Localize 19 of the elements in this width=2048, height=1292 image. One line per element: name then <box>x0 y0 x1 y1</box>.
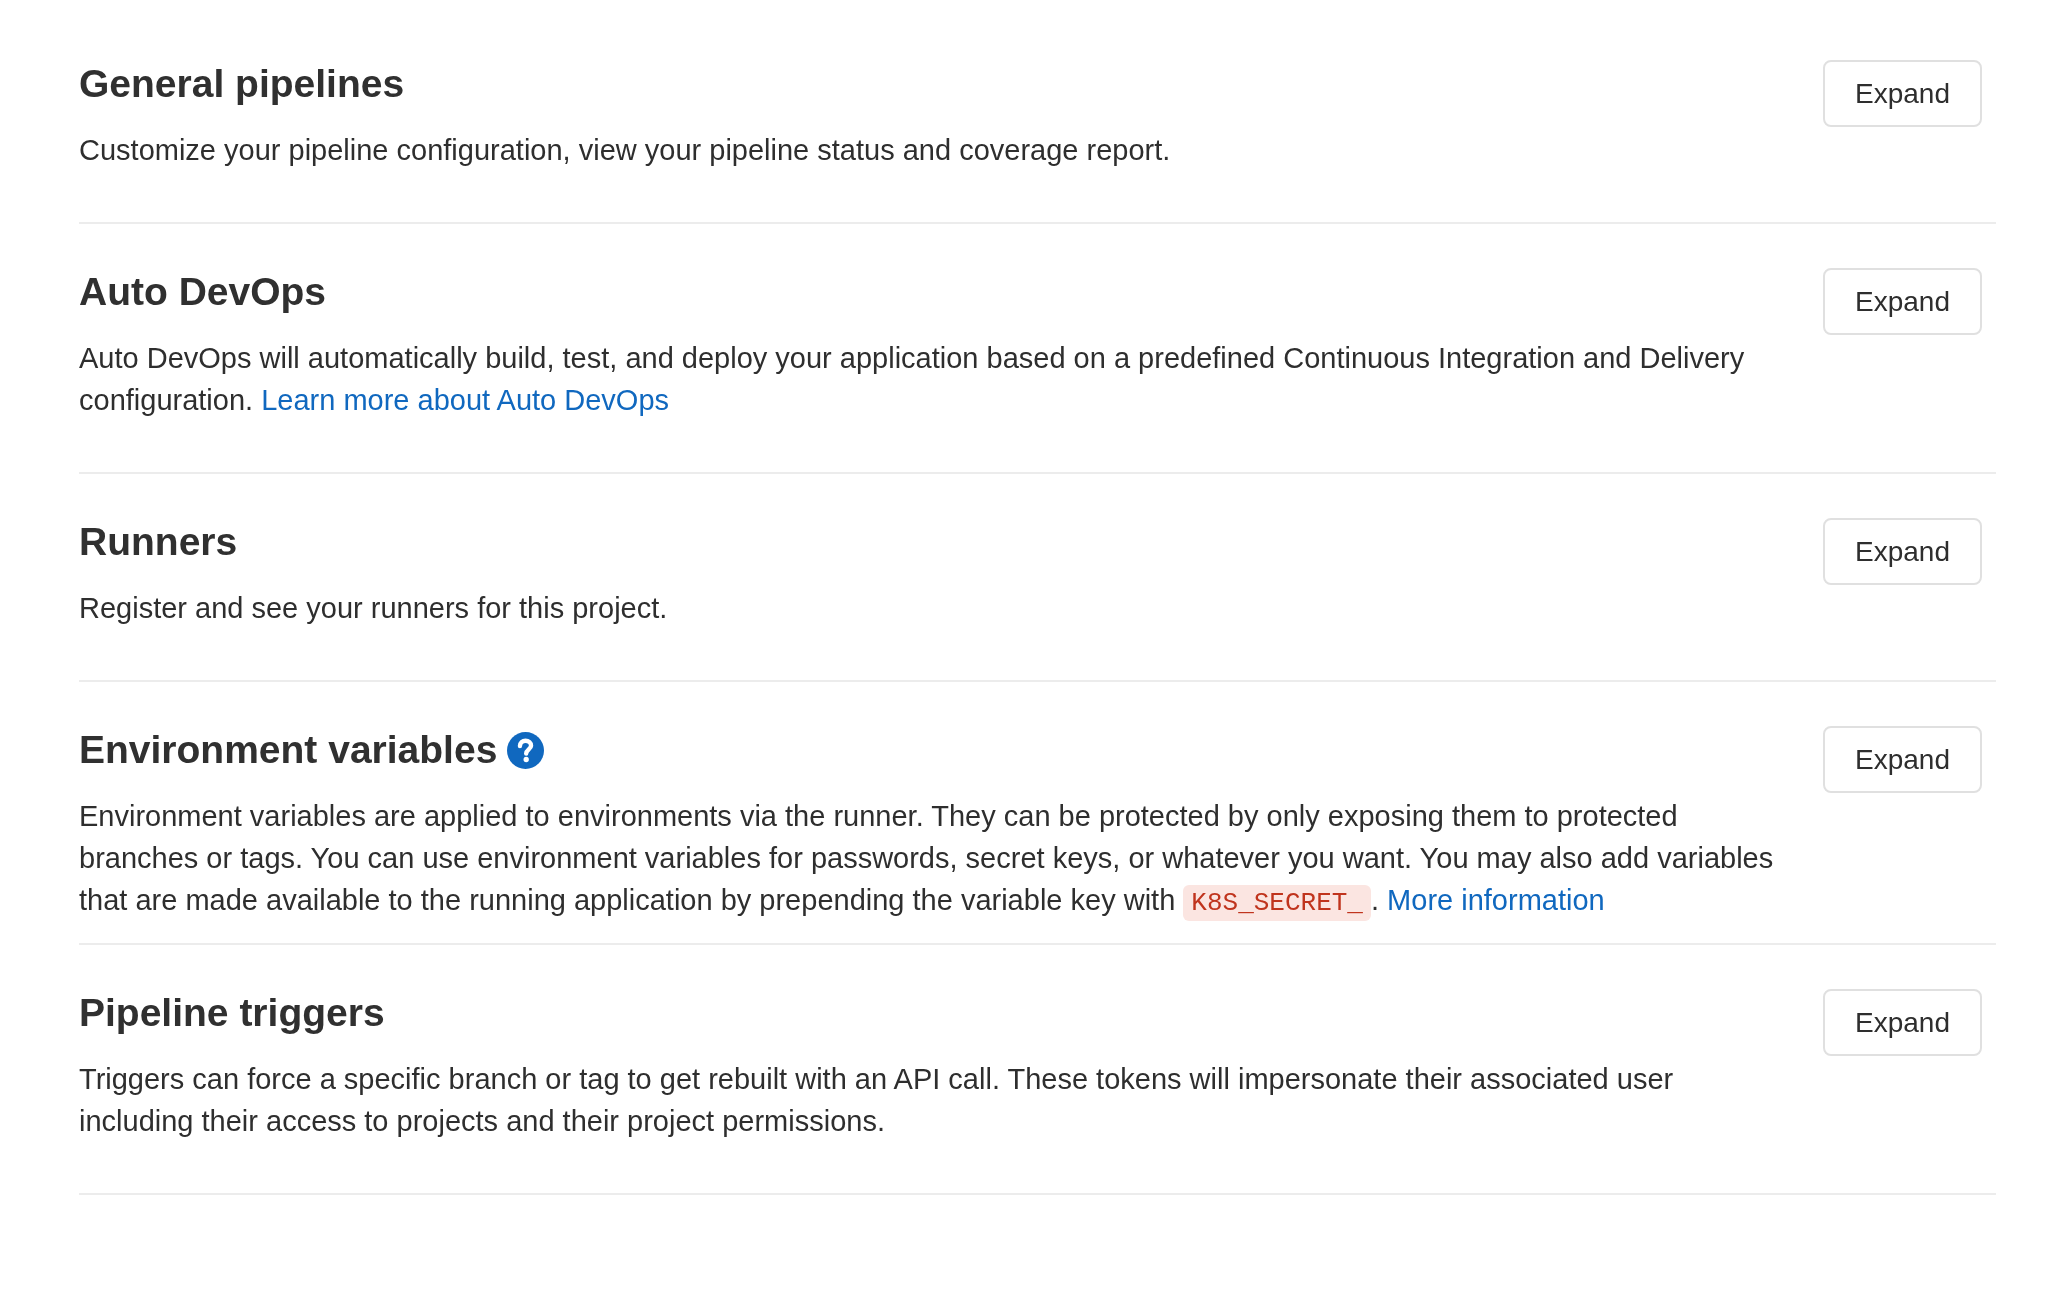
expand-button[interactable]: Expand <box>1823 518 1982 585</box>
code-snippet: K8S_SECRET_ <box>1183 885 1371 921</box>
section-title: Auto DevOps <box>79 269 327 315</box>
inline-link[interactable]: Learn more about Auto DevOps <box>261 384 670 416</box>
section-description: Customize your pipeline configuration, view your pipeline status and coverage report. <box>79 133 1172 168</box>
section-title: Environment variables <box>79 727 498 773</box>
expand-button[interactable]: Expand <box>1823 268 1982 335</box>
section-title: Runners <box>79 519 238 565</box>
help-icon[interactable] <box>507 731 545 769</box>
section-title: General pipelines <box>79 61 405 107</box>
section-description: Triggers can force a specific branch or tag to get rebuilt with an API call. These tokens will impersonate their associated user including their access to projects and their project permissions. <box>79 1062 1675 1139</box>
expand-button[interactable]: Expand <box>1823 60 1982 127</box>
expand-button[interactable]: Expand <box>1823 989 1982 1056</box>
section-title: Pipeline triggers <box>79 990 385 1036</box>
section-description: Environment variables are applied to environments via the runner. They can be protected by only exposing them to protected branches or tags. You can use environment variables for passwords, secret keys, or whatever you want. You may also add variables that are made available to the running application by prepending the variable key with K8S_SECRET_ . More information <box>79 795 1790 924</box>
section-description: Auto DevOps will automatically build, test, and deploy your application based on a predefined Continuous Integration and Delivery configuration. Learn more about Auto DevOps <box>79 341 1746 418</box>
expand-button[interactable]: Expand <box>1823 726 1982 793</box>
section-description: Register and see your runners for this project. <box>79 591 669 626</box>
inline-link[interactable]: More information <box>1387 884 1605 916</box>
